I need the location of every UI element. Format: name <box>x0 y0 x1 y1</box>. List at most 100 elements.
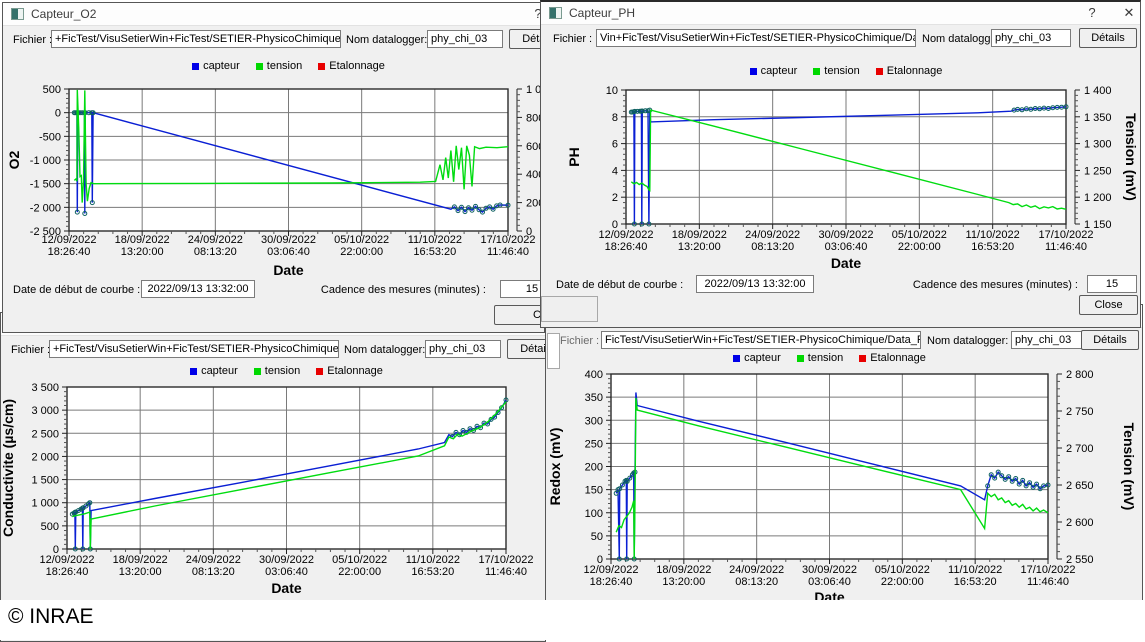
y-tick-label: 2 <box>612 192 618 204</box>
data-marker <box>1010 479 1014 483</box>
x-tick-time: 13:20:00 <box>119 566 162 578</box>
data-marker <box>477 208 481 212</box>
data-marker <box>1038 107 1042 111</box>
data-marker <box>1035 482 1039 486</box>
y-tick-label: 10 <box>606 85 618 97</box>
x-tick-date: 12/09/2022 <box>598 229 653 241</box>
legend: capteur tension Etalonnage <box>611 352 1048 364</box>
date-debut-input[interactable]: 2022/09/13 13:32:00 <box>141 280 255 298</box>
details-button[interactable]: Détails <box>507 339 546 359</box>
x-tick-date: 17/10/2022 <box>478 554 533 566</box>
legend-item-capteur: capteur <box>733 352 781 364</box>
details-button[interactable]: Détails <box>1079 28 1137 48</box>
etalonnage-swatch <box>318 63 325 70</box>
data-marker <box>482 421 486 425</box>
y-axis-title: PH <box>566 147 582 166</box>
cadence-input[interactable]: 15 <box>1087 275 1137 293</box>
data-marker <box>75 111 79 115</box>
data-marker <box>1003 477 1007 481</box>
data-marker <box>74 510 78 514</box>
data-marker <box>1051 106 1055 110</box>
y-tick-label: -1 500 <box>30 179 61 191</box>
file-path-input[interactable]: +FicTest/VisuSetierWin+FicTest/SETIER-Ph… <box>49 340 339 358</box>
x-tick-date: 18/09/2022 <box>113 554 168 566</box>
data-marker <box>76 111 80 115</box>
legend-item-capteur: capteur <box>190 365 238 377</box>
data-marker <box>1024 107 1028 111</box>
close-button[interactable]: Close <box>1079 295 1138 315</box>
x-tick-date: 05/10/2022 <box>892 229 947 241</box>
y-tick-label: 3 500 <box>31 382 59 394</box>
data-marker <box>1046 483 1050 487</box>
data-marker <box>647 222 651 226</box>
datalogger-input[interactable]: phy_chi_03 <box>425 340 501 358</box>
legend: capteur tension Etalonnage <box>69 60 508 72</box>
tension-swatch <box>256 63 263 70</box>
y-tick-label: 0 <box>55 108 61 120</box>
x-tick-time: 11:46:40 <box>1045 241 1087 253</box>
details-button[interactable]: Détails <box>1081 330 1139 350</box>
help-button[interactable]: ? <box>1084 5 1100 20</box>
data-marker <box>460 205 464 209</box>
x-tick-date: 24/09/2022 <box>729 564 784 576</box>
file-path-input[interactable]: +FicTest/VisuSetierWin+FicTest/SETIER-Ph… <box>51 30 341 48</box>
date-debut-input[interactable]: 2022/09/13 13:32:00 <box>696 275 814 293</box>
data-marker <box>87 111 91 115</box>
legend-item-capteur: capteur <box>750 65 798 77</box>
x-tick-time: 11:46:40 <box>485 566 527 578</box>
datalogger-input[interactable]: phy_chi_03 <box>1011 331 1091 349</box>
etalonnage-swatch <box>316 368 323 375</box>
data-marker <box>1020 108 1024 112</box>
legend-item-etalonnage: Etalonnage <box>316 365 383 377</box>
data-marker <box>1031 485 1035 489</box>
data-marker <box>1016 107 1020 111</box>
window-title: Capteur_PH <box>569 6 635 20</box>
y-axis-title: Redox (mV) <box>547 428 563 506</box>
y-tick-label: -2 500 <box>30 226 61 238</box>
data-marker <box>73 510 77 514</box>
data-marker <box>1042 106 1046 110</box>
x-tick-time: 08:13:20 <box>735 576 778 588</box>
data-marker <box>1042 484 1046 488</box>
data-marker <box>1024 484 1028 488</box>
series-tension <box>72 402 506 549</box>
data-marker <box>1038 487 1042 491</box>
data-marker <box>1007 475 1011 479</box>
file-path-input[interactable]: FicTest/VisuSetierWin+FicTest/SETIER-Phy… <box>601 331 921 349</box>
datalogger-input[interactable]: phy_chi_03 <box>991 29 1071 47</box>
data-marker <box>498 203 502 207</box>
x-tick-date: 30/09/2022 <box>818 229 873 241</box>
datalogger-input[interactable]: phy_chi_03 <box>427 30 503 48</box>
data-marker <box>450 435 454 439</box>
legend-item-tension: tension <box>813 65 859 77</box>
close-button[interactable]: Close <box>494 305 545 325</box>
datalogger-label: Nom datalogger: <box>346 34 427 46</box>
right-y-tick-label: 1 150 <box>1084 219 1112 231</box>
data-marker <box>618 487 622 491</box>
y-tick-label: 0 <box>597 554 603 566</box>
right-y-tick-label: 2 650 <box>1066 480 1094 492</box>
data-marker <box>491 207 495 211</box>
data-marker <box>1014 477 1018 481</box>
x-tick-date: 12/09/2022 <box>41 234 96 246</box>
series-tension <box>631 110 1066 209</box>
x-tick-date: 11/10/2022 <box>948 564 1002 576</box>
titlebar[interactable]: Capteur_PH ? ✕ <box>541 2 1140 25</box>
fichier-label: Fichier : <box>11 344 50 356</box>
cadence-input[interactable]: 15 <box>500 280 545 298</box>
legend-label: capteur <box>201 365 238 377</box>
x-tick-time: 08:13:20 <box>194 246 237 258</box>
tension-swatch <box>254 368 261 375</box>
right-y-tick-label: 2 600 <box>1066 517 1094 529</box>
file-path-input[interactable]: Vin+FicTest/VisuSetierWin+FicTest/SETIER… <box>596 29 916 47</box>
titlebar[interactable]: Capteur_O2 ? <box>3 3 544 26</box>
data-marker <box>639 109 643 113</box>
data-marker <box>1028 481 1032 485</box>
y-tick-label: 400 <box>585 369 603 381</box>
y-tick-label: 300 <box>585 415 603 427</box>
close-icon[interactable]: ✕ <box>1121 5 1137 21</box>
window-capteur-ph: Capteur_PH ? ✕ Fichier : Vin+FicTest/Vis… <box>540 0 1141 328</box>
data-marker <box>72 511 76 515</box>
series-capteur <box>616 393 1048 560</box>
date-debut-label: Date de début de courbe : <box>556 279 683 291</box>
